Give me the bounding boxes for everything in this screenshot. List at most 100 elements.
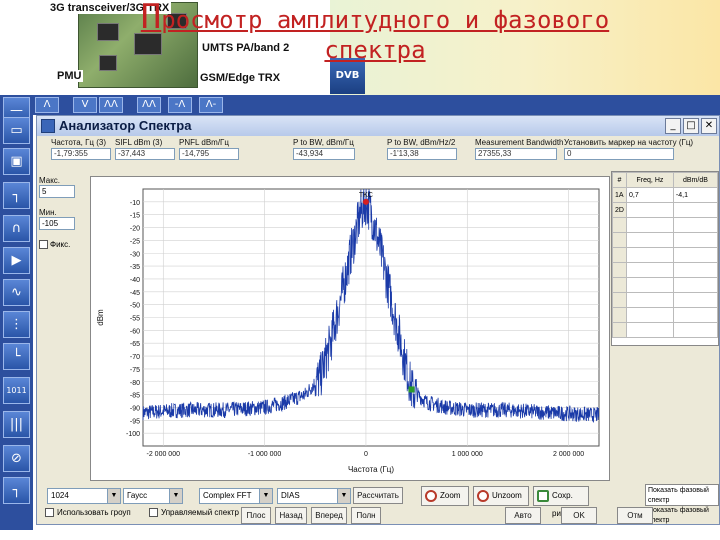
table-cell[interactable] [626, 307, 674, 323]
table-cell[interactable] [612, 232, 627, 248]
window-titlebar: Анализатор Спектра _ □ ✕ [37, 116, 719, 136]
cancel-button[interactable]: Отм [617, 507, 653, 524]
marker-table-header: Freq, Hz [626, 172, 674, 188]
scale-controls: Макс. 5 Мин. -105 Фикс. [39, 176, 89, 249]
table-cell[interactable] [672, 217, 719, 233]
unzoom-icon [477, 490, 489, 502]
x-tick-label: -1 000 000 [248, 451, 282, 458]
mode-select[interactable]: DIAS ▼ [277, 488, 351, 504]
table-cell[interactable] [612, 277, 627, 293]
forward-button[interactable]: Вперед [311, 507, 347, 524]
table-cell[interactable] [612, 322, 627, 338]
table-cell[interactable] [612, 247, 627, 263]
tool-open-icon[interactable]: ▭ [3, 117, 30, 144]
p-to-bw-hz-field[interactable]: -1'13,38 [387, 148, 457, 160]
wave-tool-icon-3[interactable]: ΛΛ [99, 97, 123, 113]
min-input[interactable]: -105 [39, 217, 75, 230]
y-tick-label: -20 [130, 226, 140, 233]
slide-title: Просмотр амплитудного и фазового спектра [30, 0, 720, 65]
wave-tool-icon-2[interactable]: V [73, 97, 97, 113]
close-button[interactable]: ✕ [701, 118, 717, 134]
fft-type-select[interactable]: Complex FFT ▼ [199, 488, 273, 504]
y-tick-label: -55 [130, 316, 140, 323]
managed-spectrum-checkbox[interactable]: Управляемый спектр [149, 508, 239, 517]
table-cell[interactable]: 2D [612, 202, 627, 218]
table-cell[interactable] [612, 217, 627, 233]
table-cell[interactable]: 0,7 [626, 187, 674, 203]
tool-bars-icon[interactable]: ||| [3, 411, 30, 438]
table-cell[interactable] [612, 307, 627, 323]
table-cell[interactable] [626, 277, 674, 293]
table-cell[interactable] [672, 247, 719, 263]
tool-wave-icon[interactable]: ∿ [3, 279, 30, 306]
table-cell[interactable] [672, 232, 719, 248]
bandwidth-field[interactable]: 27͘355,33 [475, 148, 557, 160]
table-cell[interactable] [672, 322, 719, 338]
table-cell[interactable]: -4,1 [672, 187, 719, 203]
marker-table-header: # [612, 172, 627, 188]
tool-pulse-icon[interactable]: ∩ [3, 215, 30, 242]
table-cell[interactable] [672, 292, 719, 308]
full-button[interactable]: Полн [351, 507, 381, 524]
marker-frequency-field[interactable]: 0 [564, 148, 674, 160]
pnfl-field[interactable]: -14,795 [179, 148, 239, 160]
fft-size-select[interactable]: 1024 ▼ [47, 488, 121, 504]
plus-button[interactable]: Плос [241, 507, 271, 524]
table-cell[interactable] [672, 307, 719, 323]
max-input[interactable]: 5 [39, 185, 75, 198]
maximize-button[interactable]: □ [683, 118, 699, 134]
minimize-button[interactable]: _ [665, 118, 681, 134]
table-cell[interactable] [626, 232, 674, 248]
auto-button[interactable]: Авто [505, 507, 541, 524]
table-cell[interactable] [612, 292, 627, 308]
ok-button[interactable]: OK [561, 507, 597, 524]
table-cell[interactable] [626, 292, 674, 308]
spectrum-chart[interactable]: -10 -15 -20 -25 -30 -35 -40 -45 -50 -55 -60 -65 -70 -… [91, 177, 609, 480]
tool-edge-icon[interactable]: ┐ [3, 477, 30, 504]
table-cell[interactable] [626, 202, 674, 218]
wave-tool-icon-5[interactable]: -Λ [168, 97, 192, 113]
table-cell[interactable] [672, 262, 719, 278]
table-cell[interactable] [612, 262, 627, 278]
save-picture-button[interactable]: Сохр. рис. [533, 486, 589, 518]
y-tick-label: -60 [130, 328, 140, 335]
wave-tool-icon-4[interactable]: ΛΛ [137, 97, 161, 113]
unzoom-button[interactable]: Unzoom [473, 486, 529, 506]
y-tick-label: -30 [130, 251, 140, 258]
chevron-down-icon: ▼ [169, 489, 182, 503]
table-cell[interactable] [672, 277, 719, 293]
table-cell[interactable] [672, 202, 719, 218]
use-group-checkbox[interactable]: Использовать гроуп [45, 508, 131, 517]
wave-tool-icon-6[interactable]: Λ- [199, 97, 223, 113]
wave-tool-icon-1[interactable]: Λ [35, 97, 59, 113]
sifl-field[interactable]: -37,443 [115, 148, 175, 160]
calculate-button[interactable]: Рассчитать [353, 487, 403, 504]
tool-save-icon[interactable]: ▣ [3, 148, 30, 175]
y-tick-label: -100 [126, 431, 140, 438]
tool-step-icon[interactable]: ┐ [3, 182, 30, 209]
chevron-down-icon: ▼ [107, 489, 120, 503]
table-cell[interactable] [626, 322, 674, 338]
tool-axis-icon[interactable]: └ [3, 343, 30, 370]
p-to-bw-field[interactable]: -43,934 [293, 148, 355, 160]
table-cell[interactable] [626, 217, 674, 233]
table-cell[interactable] [626, 247, 674, 263]
spectrum-plot[interactable]: -10 -15 -20 -25 -30 -35 -40 -45 -50 -55 -60 -65 -70 -… [90, 176, 610, 481]
measurement-pnfl: PNFL dBm/Гц -14,795 [179, 138, 239, 160]
tool-play-icon[interactable]: ▶ [3, 247, 30, 274]
show-phase-spectrum-button[interactable]: Показать фазовый спектр Показать фазовый… [645, 484, 719, 524]
table-cell[interactable] [626, 262, 674, 278]
measurement-p-to-bw: P to BW, dBm/Гц -43,934 [293, 138, 355, 160]
zoom-button[interactable]: Zoom [421, 486, 469, 506]
label-pmu: PMU [55, 70, 84, 82]
fix-checkbox[interactable]: Фикс. [39, 240, 89, 249]
tool-binary-icon[interactable]: 1011 [3, 377, 30, 404]
table-cell[interactable]: 1A [612, 187, 627, 203]
window-select[interactable]: Гаусс ▼ [123, 488, 183, 504]
back-button[interactable]: Назад [275, 507, 307, 524]
tool-filter-icon[interactable]: ⊘ [3, 445, 30, 472]
frequency-field[interactable]: -1,79:355 [51, 148, 111, 160]
y-tick-label: -40 [130, 277, 140, 284]
tool-dots-icon[interactable]: ⋮ [3, 311, 30, 338]
y-tick-label: -75 [130, 367, 140, 374]
